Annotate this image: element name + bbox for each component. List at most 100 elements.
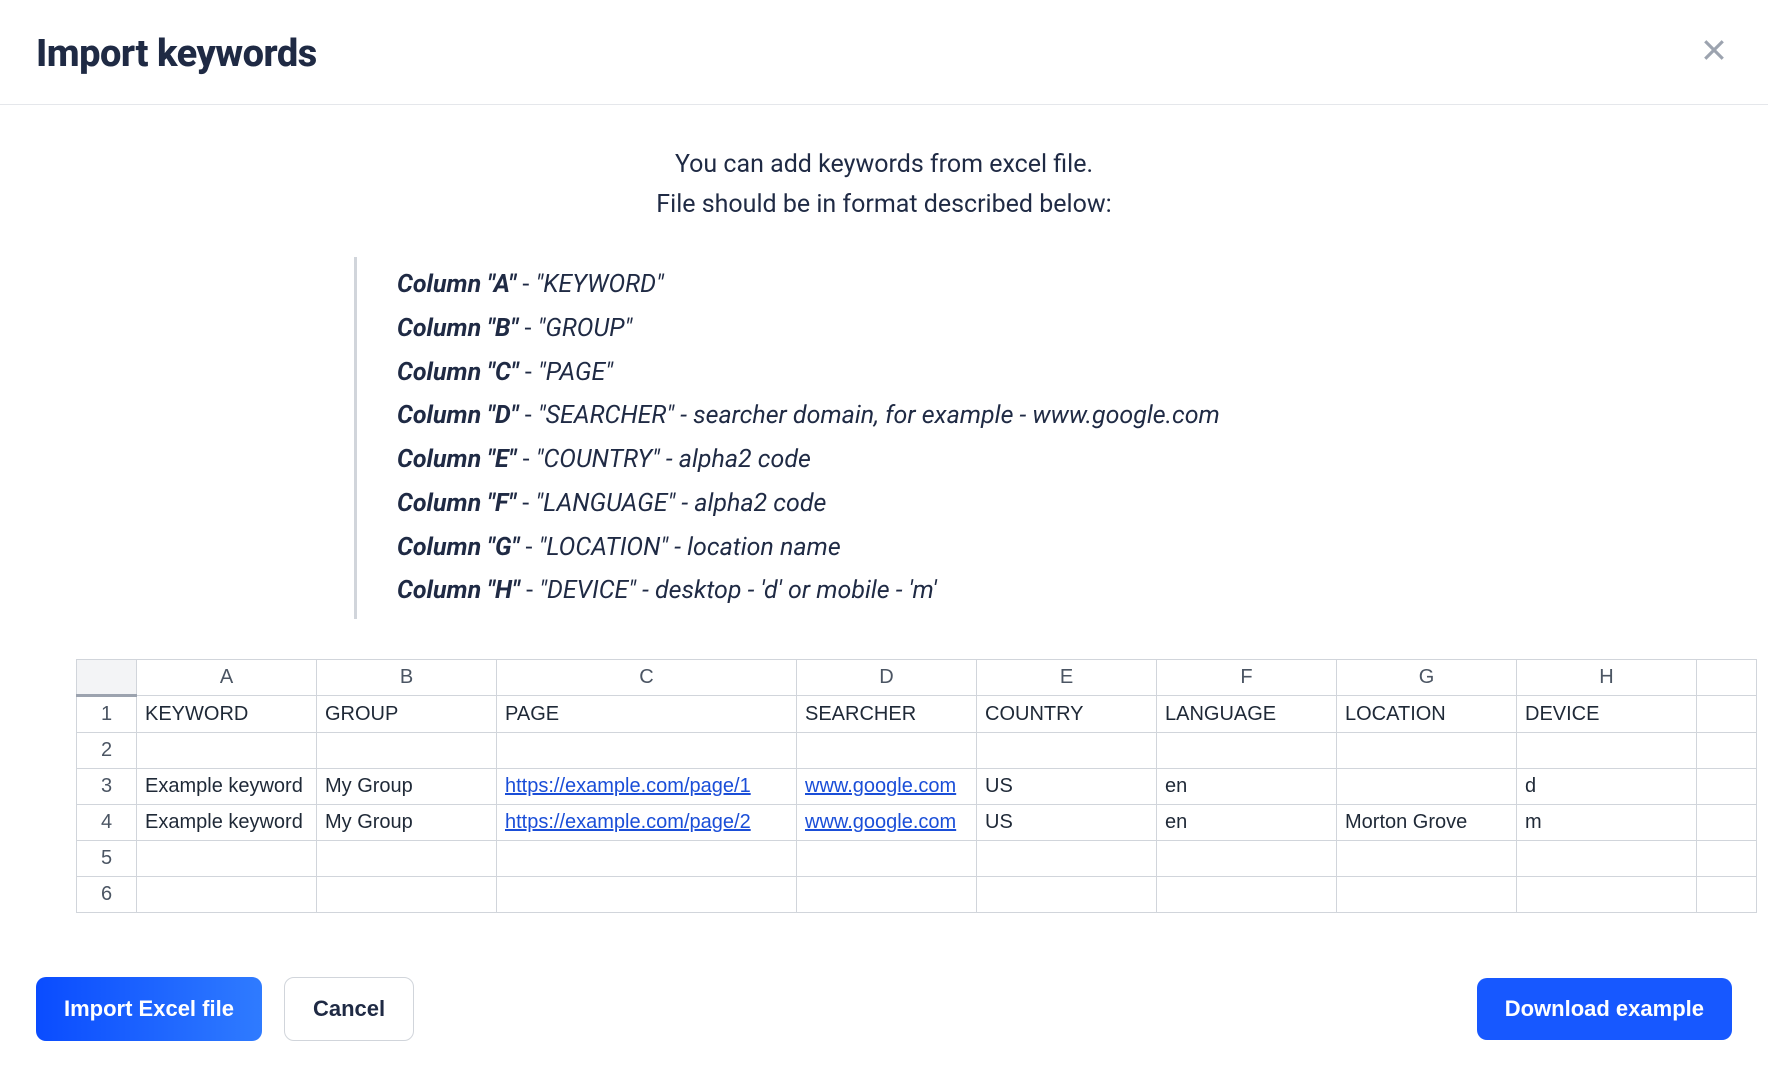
column-definition: Column "D" - "SEARCHER" - searcher domai… — [397, 394, 1414, 438]
sheet-corner — [77, 660, 137, 696]
sheet-column-header: A — [137, 660, 317, 696]
sheet-cell: PAGE — [497, 696, 797, 733]
sheet-cell — [497, 877, 797, 913]
column-definitions: Column "A" - "KEYWORD"Column "B" - "GROU… — [354, 257, 1414, 619]
sheet-column-header: H — [1517, 660, 1697, 696]
sheet-row-number: 1 — [77, 696, 137, 733]
sheet-cell — [1517, 841, 1697, 877]
sheet-column-header: F — [1157, 660, 1337, 696]
sheet-cell: COUNTRY — [977, 696, 1157, 733]
sheet-column-header: G — [1337, 660, 1517, 696]
sheet-cell — [1157, 877, 1337, 913]
download-example-button[interactable]: Download example — [1477, 978, 1732, 1040]
sheet-row-number: 3 — [77, 769, 137, 805]
sheet-cell — [137, 841, 317, 877]
column-label: "DEVICE" — [539, 576, 636, 605]
sheet-row-number: 5 — [77, 841, 137, 877]
column-label: "LANGUAGE" — [535, 489, 675, 518]
sheet-cell: Example keyword — [137, 805, 317, 841]
modal-footer: Import Excel file Cancel Download exampl… — [0, 933, 1768, 1077]
sheet-link[interactable]: https://example.com/page/1 — [505, 775, 751, 797]
column-name: Column "B" — [397, 314, 518, 343]
sheet-cell: DEVICE — [1517, 696, 1697, 733]
sheet-cell — [1337, 733, 1517, 769]
column-note: - desktop - 'd' or mobile - 'm' — [636, 576, 937, 605]
intro-line-2: File should be in format described below… — [36, 185, 1732, 225]
sheet-column-header: D — [797, 660, 977, 696]
sheet-cell — [977, 733, 1157, 769]
sheet-cell: Morton Grove — [1337, 805, 1517, 841]
sheet-cell — [317, 841, 497, 877]
spreadsheet-table: ABCDEFGH1KEYWORDGROUPPAGESEARCHERCOUNTRY… — [76, 659, 1757, 913]
sheet-cell — [1337, 877, 1517, 913]
sheet-cell: m — [1517, 805, 1697, 841]
sheet-cell — [1157, 733, 1337, 769]
column-name: Column "D" — [397, 401, 519, 430]
sheet-link[interactable]: www.google.com — [805, 811, 956, 833]
sheet-cell: www.google.com — [797, 805, 977, 841]
sheet-link[interactable]: https://example.com/page/2 — [505, 811, 751, 833]
column-label: "PAGE" — [538, 358, 613, 387]
sheet-cell: LOCATION — [1337, 696, 1517, 733]
sheet-cell — [317, 877, 497, 913]
sheet-cell: en — [1157, 769, 1337, 805]
column-definition: Column "A" - "KEYWORD" — [397, 263, 1414, 307]
sheet-cell: SEARCHER — [797, 696, 977, 733]
close-icon — [1699, 35, 1729, 65]
column-label: "KEYWORD" — [535, 270, 663, 299]
column-note: - alpha2 code — [660, 445, 811, 474]
intro-text: You can add keywords from excel file. Fi… — [36, 145, 1732, 225]
sheet-column-header: B — [317, 660, 497, 696]
column-note: - location name — [668, 533, 841, 562]
column-label: "LOCATION" — [539, 533, 669, 562]
cancel-button[interactable]: Cancel — [284, 977, 414, 1041]
column-label: "SEARCHER" — [538, 401, 674, 430]
column-definition: Column "B" - "GROUP" — [397, 307, 1414, 351]
sheet-cell — [977, 877, 1157, 913]
sheet-cell: en — [1157, 805, 1337, 841]
sheet-cell: My Group — [317, 769, 497, 805]
sheet-cell — [137, 733, 317, 769]
modal-content: You can add keywords from excel file. Fi… — [0, 105, 1768, 933]
sheet-cell — [1517, 733, 1697, 769]
sheet-cell — [1337, 841, 1517, 877]
sheet-cell — [1517, 877, 1697, 913]
sheet-cell: LANGUAGE — [1157, 696, 1337, 733]
sheet-link[interactable]: www.google.com — [805, 775, 956, 797]
sheet-cell — [497, 733, 797, 769]
sheet-cell — [977, 841, 1157, 877]
column-name: Column "C" — [397, 358, 519, 387]
import-keywords-modal: Import keywords You can add keywords fro… — [0, 0, 1768, 1077]
sheet-row-number: 6 — [77, 877, 137, 913]
column-label: "GROUP" — [538, 314, 633, 343]
spreadsheet-preview: ABCDEFGH1KEYWORDGROUPPAGESEARCHERCOUNTRY… — [36, 631, 1732, 913]
sheet-cell — [497, 841, 797, 877]
column-name: Column "F" — [397, 489, 516, 518]
modal-header: Import keywords — [0, 0, 1768, 105]
sheet-column-header: E — [977, 660, 1157, 696]
column-definition: Column "F" - "LANGUAGE" - alpha2 code — [397, 482, 1414, 526]
sheet-row-number: 2 — [77, 733, 137, 769]
column-note: - alpha2 code — [675, 489, 826, 518]
column-note: - searcher domain, for example - www.goo… — [674, 401, 1220, 430]
column-label: "COUNTRY" — [536, 445, 660, 474]
sheet-row-number: 4 — [77, 805, 137, 841]
sheet-cell — [137, 877, 317, 913]
column-name: Column "A" — [397, 270, 516, 299]
import-excel-button[interactable]: Import Excel file — [36, 977, 262, 1041]
sheet-cell: US — [977, 805, 1157, 841]
modal-title: Import keywords — [36, 32, 317, 76]
sheet-cell: https://example.com/page/2 — [497, 805, 797, 841]
sheet-cell — [317, 733, 497, 769]
sheet-cell — [1337, 769, 1517, 805]
column-definition: Column "C" - "PAGE" — [397, 351, 1414, 395]
sheet-cell: US — [977, 769, 1157, 805]
column-definition: Column "E" - "COUNTRY" - alpha2 code — [397, 438, 1414, 482]
sheet-column-header: C — [497, 660, 797, 696]
sheet-cell: d — [1517, 769, 1697, 805]
close-button[interactable] — [1696, 32, 1732, 68]
sheet-cell — [1157, 841, 1337, 877]
sheet-cell — [797, 841, 977, 877]
sheet-cell: KEYWORD — [137, 696, 317, 733]
sheet-cell — [797, 877, 977, 913]
